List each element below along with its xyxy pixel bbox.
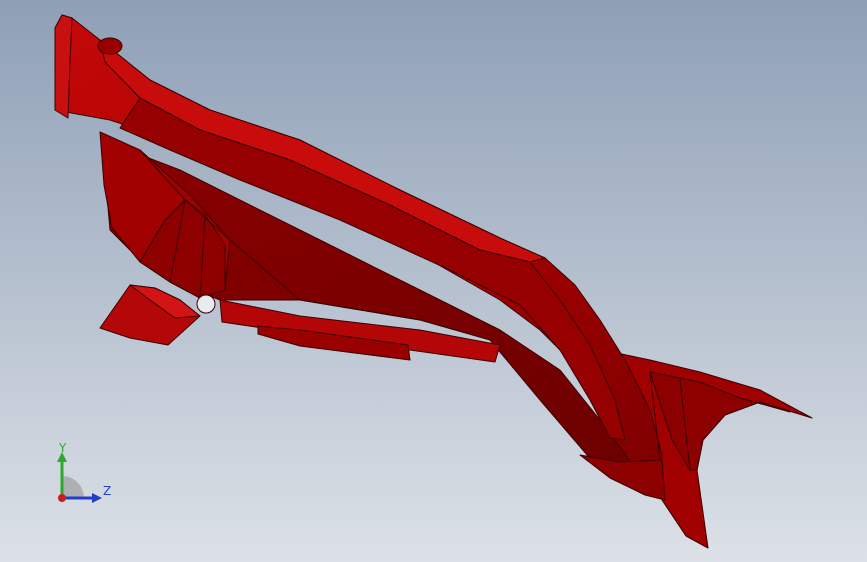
model-view[interactable] (0, 0, 867, 562)
triad-quadrant (62, 476, 84, 498)
y-axis-label: Y (58, 441, 67, 455)
x-axis-dot-icon (58, 494, 66, 502)
top-knob (97, 37, 123, 55)
z-axis-label: Z (103, 484, 111, 498)
z-axis-arrow-icon (92, 493, 102, 503)
orientation-triad: Y Z (57, 441, 111, 503)
graphics-viewport[interactable]: Y Z (0, 0, 867, 562)
